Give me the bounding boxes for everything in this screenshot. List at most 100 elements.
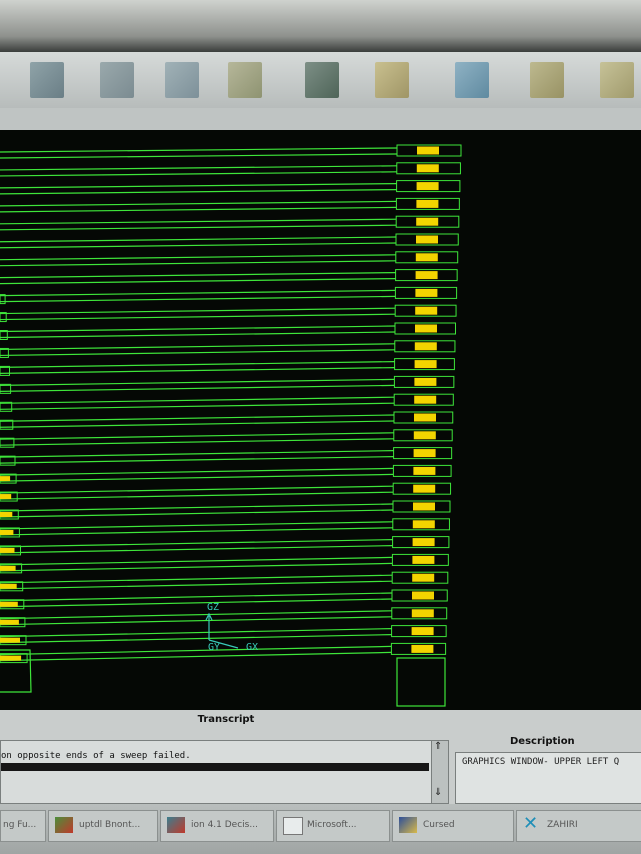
taskbar-item-2[interactable]: uptdl Bnont... — [48, 810, 158, 842]
toolbar-icon-1[interactable] — [30, 62, 64, 98]
transcript-highlight-bar — [1, 763, 429, 771]
taskbar-item-label: ng Fu... — [3, 820, 37, 830]
wire-line — [0, 171, 397, 177]
taskbar-item-6[interactable]: ✕ ZAHIRI — [516, 810, 641, 842]
wire-line — [0, 402, 395, 410]
scroll-up-icon[interactable]: ⇑ — [434, 741, 442, 752]
pad-contact — [416, 164, 439, 173]
wire-line — [0, 450, 394, 458]
pad-contact — [412, 555, 435, 564]
wire-line — [0, 420, 395, 428]
wire-line — [0, 432, 394, 440]
toolbar-icon-3[interactable] — [165, 62, 199, 98]
pad-contact — [416, 235, 438, 244]
pad-contact — [414, 377, 437, 386]
pad-contact — [411, 609, 434, 618]
wire-line — [0, 343, 395, 351]
wire-line — [0, 153, 398, 159]
taskbar-item-label: Microsoft... — [307, 820, 357, 830]
axis-y-label: GY — [208, 642, 220, 653]
pad-contact — [413, 449, 436, 458]
wire-line — [0, 307, 396, 315]
wire-line — [0, 147, 398, 153]
wire-line — [0, 574, 393, 584]
pad-contact — [414, 360, 437, 369]
toolbar-icon-6[interactable] — [375, 62, 409, 98]
taskbar-item-label: uptdl Bnont... — [79, 820, 141, 830]
wire-line — [0, 325, 396, 333]
pad-contact — [414, 342, 437, 351]
wire-line — [0, 189, 397, 195]
toolbar-icon-2[interactable] — [100, 62, 134, 98]
axis-z-label: GZ — [207, 602, 219, 613]
wire-line — [0, 485, 394, 494]
pad-contact — [412, 538, 435, 547]
left-tab-contact — [0, 476, 11, 482]
left-tab-contact — [0, 529, 14, 535]
wire-line — [0, 414, 395, 422]
scroll-down-icon[interactable]: ⇓ — [434, 787, 442, 798]
taskbar-item-label: Cursed — [423, 820, 455, 830]
tool-icon — [399, 817, 417, 833]
toolbar-icon-9[interactable] — [600, 62, 634, 98]
pad-contact — [414, 395, 437, 404]
wire-line — [0, 556, 393, 566]
left-tab-contact — [0, 512, 13, 517]
left-tab-contact — [0, 655, 22, 661]
left-tab-contact — [0, 494, 12, 500]
wire-line — [0, 218, 397, 225]
taskbar-item-3[interactable]: ion 4.1 Decis... — [160, 810, 274, 842]
wire-line — [0, 367, 395, 374]
document-icon — [283, 817, 303, 835]
wire-line — [0, 545, 393, 554]
left-tab-contact — [0, 601, 18, 607]
wire-line — [0, 200, 397, 207]
wire-line — [0, 242, 397, 249]
pad-contact — [415, 271, 438, 280]
pad-contact — [412, 591, 434, 600]
window-icon — [55, 817, 73, 833]
wire-line — [0, 539, 393, 548]
wire-line — [0, 254, 396, 261]
wire-line — [0, 206, 397, 213]
layout-canvas[interactable]: GZ GY GX — [0, 130, 641, 710]
secondary-toolbar — [0, 108, 641, 132]
pad-contact — [416, 217, 439, 226]
transcript-box[interactable]: on opposite ends of a sweep failed. — [0, 740, 432, 804]
wire-line — [0, 521, 393, 530]
wire-line — [0, 384, 395, 392]
graphics-window[interactable]: GZ GY GX — [0, 130, 641, 710]
bottom-right-box — [396, 657, 446, 707]
pad-contact — [413, 431, 436, 440]
wire-line — [0, 313, 396, 321]
toolbar-icon-8[interactable] — [530, 62, 564, 98]
wire-line — [0, 503, 394, 512]
wire-line — [0, 278, 396, 285]
wire-line — [0, 378, 395, 386]
wire-line — [0, 224, 397, 231]
wire-line — [0, 361, 395, 368]
taskbar-item-label: ion 4.1 Decis... — [191, 820, 258, 830]
toolbar-icon-4[interactable] — [228, 62, 262, 98]
pad-contact — [415, 306, 438, 315]
wire-line — [0, 295, 396, 303]
toolbar-icon-5[interactable] — [305, 62, 339, 98]
left-tab-contact — [0, 583, 17, 589]
transcript-scrollbar[interactable]: ⇑ ⇓ — [431, 740, 449, 804]
wire-line — [0, 236, 397, 243]
pad-contact — [413, 466, 436, 475]
left-tab-contact — [0, 619, 19, 625]
toolbar-icon-7[interactable] — [455, 62, 489, 98]
pad-contact — [412, 520, 435, 529]
description-title: Description — [510, 736, 575, 747]
wire-line — [0, 562, 393, 572]
wire-line — [0, 396, 395, 404]
taskbar-item-1[interactable]: ng Fu... — [0, 810, 46, 842]
transcript-line: on opposite ends of a sweep failed. — [1, 751, 191, 761]
taskbar-item-5[interactable]: Cursed — [392, 810, 514, 842]
wire-line — [0, 509, 394, 518]
pad-contact — [416, 199, 439, 208]
taskbar-item-4[interactable]: Microsoft... — [276, 810, 390, 842]
transcript-title: Transcript — [197, 714, 255, 725]
left-tab-contact — [0, 637, 20, 643]
